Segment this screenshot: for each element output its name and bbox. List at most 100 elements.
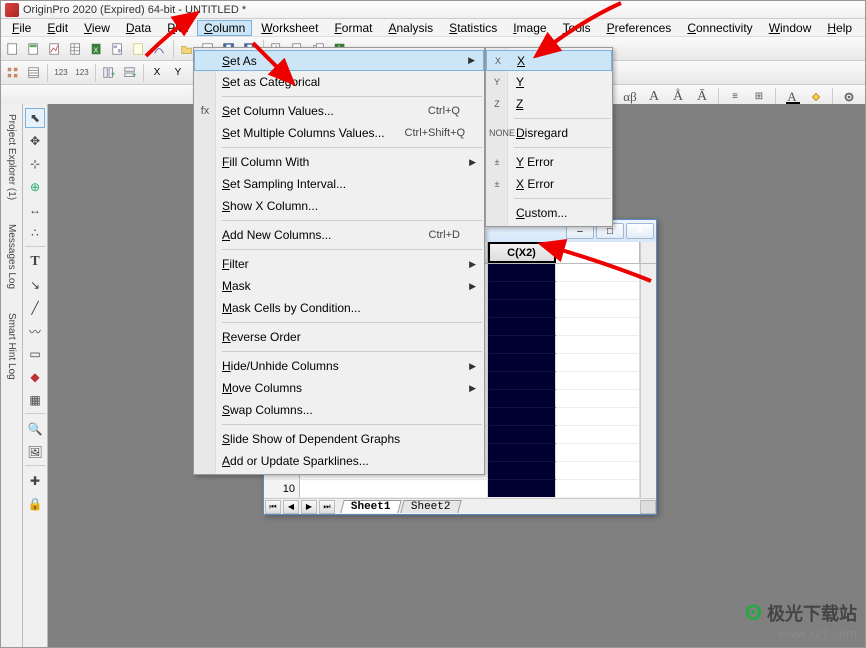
- separator: [143, 64, 144, 82]
- insert-image-icon[interactable]: 🖼: [25, 442, 45, 462]
- submenu-item[interactable]: ±Y Error: [486, 151, 612, 173]
- worksheet-blank-header: [556, 242, 640, 263]
- hscroll-right[interactable]: [640, 500, 656, 514]
- column-header-c[interactable]: C(X2): [488, 242, 556, 263]
- text-tool-icon[interactable]: T: [25, 252, 45, 272]
- menu-column[interactable]: Column: [197, 20, 252, 36]
- menu-data[interactable]: Data: [119, 20, 158, 36]
- submenu-item[interactable]: ±X Error: [486, 173, 612, 195]
- menu-help[interactable]: Help: [820, 20, 859, 36]
- add-col-icon[interactable]: +: [99, 63, 119, 83]
- menu-item[interactable]: Mask Cells by Condition...: [194, 297, 484, 319]
- zoom-panning-icon[interactable]: ✥: [25, 131, 45, 151]
- menu-item[interactable]: Swap Columns...: [194, 399, 484, 421]
- menu-item[interactable]: Hide/Unhide Columns▶: [194, 355, 484, 377]
- row-number-last[interactable]: 10: [264, 480, 300, 498]
- rescale-tool-icon[interactable]: ⊹: [25, 154, 45, 174]
- menu-item[interactable]: Set As▶: [194, 50, 484, 71]
- line-tool-icon[interactable]: ╱: [25, 298, 45, 318]
- menu-item[interactable]: Add or Update Sparklines...: [194, 450, 484, 472]
- menu-item[interactable]: Add New Columns...Ctrl+D: [194, 224, 484, 246]
- shape-tool-icon[interactable]: ◆: [25, 367, 45, 387]
- menu-preferences[interactable]: Preferences: [600, 20, 679, 36]
- menu-item[interactable]: Set Multiple Columns Values...Ctrl+Shift…: [194, 122, 484, 144]
- separator: [775, 88, 776, 106]
- submenu-item[interactable]: ZZ: [486, 93, 612, 115]
- sheet-first-icon[interactable]: ⏮: [265, 500, 281, 514]
- new-excel-icon[interactable]: X: [87, 39, 107, 59]
- curve-tool-icon[interactable]: 〰: [25, 321, 45, 341]
- submenu-item[interactable]: NONEDisregard: [486, 122, 612, 144]
- menu-item[interactable]: Set Sampling Interval...: [194, 173, 484, 195]
- svg-text:X: X: [94, 47, 99, 54]
- menu-item[interactable]: Filter▶: [194, 253, 484, 275]
- rect-tool-icon[interactable]: ▭: [25, 344, 45, 364]
- menu-item[interactable]: Reverse Order: [194, 326, 484, 348]
- set-as-submenu: XXYYZZ NONEDisregard ±Y Error±X Error Custo…: [485, 47, 613, 227]
- watermark-url: www.xz7.com: [745, 626, 857, 641]
- menu-window[interactable]: Window: [762, 20, 819, 36]
- separator: [832, 88, 833, 106]
- separator: [173, 40, 174, 58]
- new-matrix-icon[interactable]: [66, 39, 86, 59]
- list-data-icon[interactable]: [24, 63, 44, 83]
- new-notes-icon[interactable]: [129, 39, 149, 59]
- menu-item[interactable]: Slide Show of Dependent Graphs: [194, 428, 484, 450]
- menu-image[interactable]: Image: [506, 20, 553, 36]
- new-layout-icon[interactable]: [108, 39, 128, 59]
- vscroll-top[interactable]: [640, 242, 656, 263]
- reader-tool-icon[interactable]: ⊕: [25, 177, 45, 197]
- submenu-item[interactable]: XX: [486, 50, 612, 71]
- zoom-in-icon[interactable]: 🔍: [25, 419, 45, 439]
- menu-tools[interactable]: Tools: [556, 20, 598, 36]
- sheet-last-icon[interactable]: ⏭: [319, 500, 335, 514]
- messages-log-tab[interactable]: Messages Log: [6, 220, 17, 293]
- menu-item[interactable]: Show X Column...: [194, 195, 484, 217]
- new-workbook-icon[interactable]: [24, 39, 44, 59]
- menu-plot[interactable]: Plot: [160, 20, 195, 36]
- data-label-icon[interactable]: ✚: [25, 471, 45, 491]
- arrow-tool-icon[interactable]: ↘: [25, 275, 45, 295]
- add-row-icon[interactable]: +: [120, 63, 140, 83]
- 123-b-icon[interactable]: 123: [72, 63, 92, 83]
- sheet-tab-1[interactable]: Sheet1: [340, 500, 401, 513]
- menu-format[interactable]: Format: [327, 20, 379, 36]
- smart-hint-tab[interactable]: Smart Hint Log: [6, 309, 17, 384]
- lock-tool-icon[interactable]: 🔒: [25, 494, 45, 514]
- new-project-icon[interactable]: [3, 39, 23, 59]
- menu-view[interactable]: View: [77, 20, 117, 36]
- sheet-tab-2[interactable]: Sheet2: [400, 500, 461, 513]
- menu-item[interactable]: fxSet Column Values...Ctrl+Q: [194, 100, 484, 122]
- menubar: FileEditViewDataPlotColumnWorksheetForma…: [1, 19, 865, 37]
- submenu-item[interactable]: Custom...: [486, 202, 612, 224]
- sheet-next-icon[interactable]: ▶: [301, 500, 317, 514]
- pointer-tool-icon[interactable]: ⬉: [25, 108, 45, 128]
- menu-statistics[interactable]: Statistics: [442, 20, 504, 36]
- menu-item[interactable]: Fill Column With▶: [194, 151, 484, 173]
- menu-item[interactable]: Set as Categorical: [194, 71, 484, 93]
- svg-text:+: +: [111, 69, 116, 78]
- data-highlight-icon[interactable]: ∴: [25, 223, 45, 243]
- menu-edit[interactable]: Edit: [40, 20, 75, 36]
- data-select-icon[interactable]: ↔: [25, 200, 45, 220]
- set-x-icon[interactable]: X: [147, 63, 167, 83]
- menu-item[interactable]: Move Columns▶: [194, 377, 484, 399]
- project-explorer-tab[interactable]: Project Explorer (1): [6, 110, 17, 204]
- titlebar: OriginPro 2020 (Expired) 64-bit - UNTITL…: [1, 1, 865, 19]
- region-tool-icon[interactable]: ▦: [25, 390, 45, 410]
- left-auto-hide-panel: Project Explorer (1) Messages Log Smart …: [1, 104, 23, 647]
- new-graph-icon[interactable]: [45, 39, 65, 59]
- menu-connectivity[interactable]: Connectivity: [680, 20, 759, 36]
- function-plot-icon[interactable]: [150, 39, 170, 59]
- close-button[interactable]: ✕: [626, 223, 654, 239]
- submenu-item[interactable]: YY: [486, 71, 612, 93]
- grid-view-icon[interactable]: [3, 63, 23, 83]
- app-icon: [5, 3, 19, 17]
- menu-worksheet[interactable]: Worksheet: [254, 20, 325, 36]
- menu-item[interactable]: Mask▶: [194, 275, 484, 297]
- menu-analysis[interactable]: Analysis: [381, 20, 440, 36]
- 123-icon[interactable]: 123: [51, 63, 71, 83]
- menu-file[interactable]: File: [5, 20, 38, 36]
- set-y-icon[interactable]: Y: [168, 63, 188, 83]
- sheet-prev-icon[interactable]: ◀: [283, 500, 299, 514]
